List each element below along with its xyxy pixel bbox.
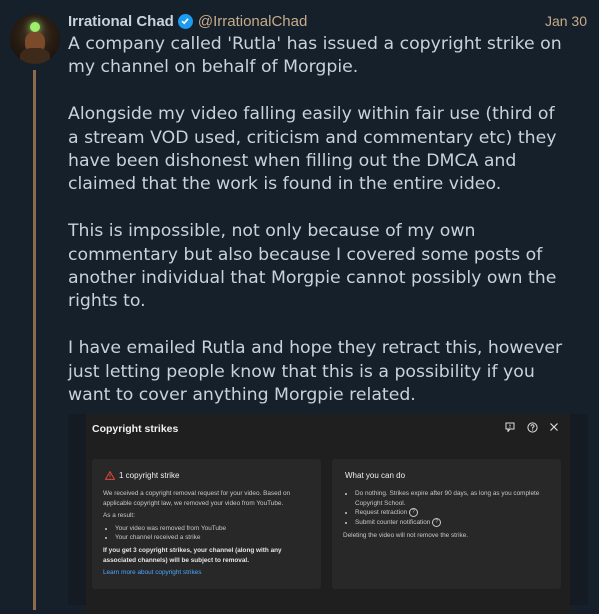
strike-heading: 1 copyright strike bbox=[105, 471, 179, 481]
thread-line bbox=[33, 70, 36, 610]
tweet-header: Irrational Chad @IrrationalChad Jan 30 bbox=[68, 11, 587, 31]
tweet-line: I have emailed Rutla and hope they retra… bbox=[68, 338, 563, 359]
tweet-line: Alongside my video falling easily within… bbox=[68, 104, 555, 125]
help-icon[interactable] bbox=[526, 421, 538, 433]
avatar[interactable] bbox=[10, 14, 60, 64]
tweet-line: A company called 'Rutla' has issued a co… bbox=[68, 34, 562, 54]
verified-badge-icon bbox=[177, 13, 193, 29]
display-name[interactable]: Irrational Chad bbox=[68, 13, 174, 30]
tweet-line: another individual that Morgpie cannot p… bbox=[68, 268, 557, 289]
media-frame-left bbox=[68, 414, 86, 605]
dialog-title: Copyright strikes bbox=[92, 423, 179, 435]
attached-screenshot[interactable]: Copyright strikes 1 copyright strike We … bbox=[86, 414, 570, 614]
tweet-paragraph: I have emailed Rutla and hope they retra… bbox=[68, 337, 593, 407]
tweet-text: A company called 'Rutla' has issued a co… bbox=[68, 33, 593, 431]
option-counter-notification[interactable]: Submit counter notification ? bbox=[355, 517, 551, 528]
option-label[interactable]: Request retraction bbox=[355, 509, 407, 516]
dialog-icons bbox=[504, 421, 560, 433]
options-list: Do nothing. Strikes expire after 90 days… bbox=[343, 489, 551, 528]
result-item: Your video was removed from YouTube bbox=[115, 524, 311, 534]
help-icon[interactable]: ? bbox=[432, 517, 442, 527]
learn-more-link[interactable]: Learn more about copyright strikes bbox=[103, 568, 311, 578]
option-do-nothing: Do nothing. Strikes expire after 90 days… bbox=[355, 489, 551, 508]
tweet-line: my channel on behalf of Morgpie. bbox=[68, 57, 359, 78]
tweet-line: This is impossible, not only because of … bbox=[68, 221, 476, 242]
strike-panel: 1 copyright strike We received a copyrig… bbox=[92, 459, 321, 589]
avatar-glow bbox=[30, 22, 40, 32]
result-item: Your channel received a strike bbox=[115, 533, 311, 543]
actions-heading: What you can do bbox=[345, 471, 406, 480]
result-label: As a result: bbox=[103, 512, 135, 520]
tweet-date[interactable]: Jan 30 bbox=[545, 13, 587, 29]
tweet-line: just letting people know that this is a … bbox=[68, 361, 535, 382]
tweet-line: claimed that the work is found in the en… bbox=[68, 174, 502, 195]
option-request-retraction[interactable]: Request retraction ? bbox=[355, 508, 551, 518]
tweet-line: a stream VOD used, criticism and comment… bbox=[68, 127, 557, 148]
strike-warning: If you get 3 copyright strikes, your cha… bbox=[103, 546, 282, 564]
tweet-paragraph: A company called 'Rutla' has issued a co… bbox=[68, 33, 593, 80]
help-icon[interactable]: ? bbox=[409, 508, 418, 518]
actions-body: Do nothing. Strikes expire after 90 days… bbox=[343, 489, 551, 543]
user-handle[interactable]: @IrrationalChad bbox=[198, 13, 307, 30]
tweet-paragraph: This is impossible, not only because of … bbox=[68, 220, 593, 314]
warning-icon bbox=[105, 471, 115, 481]
tweet-paragraph: Alongside my video falling easily within… bbox=[68, 103, 593, 197]
strike-count: 1 copyright strike bbox=[119, 471, 180, 480]
tweet-line: want to cover anything Morgpie related. bbox=[68, 385, 416, 406]
option-label[interactable]: Submit counter notification bbox=[355, 519, 430, 526]
result-list: Your video was removed from YouTube Your… bbox=[103, 524, 311, 543]
strike-intro: We received a copyright removal request … bbox=[103, 490, 291, 507]
avatar-body bbox=[20, 48, 50, 64]
tweet-line: rights to. bbox=[68, 291, 146, 312]
delete-note: Deleting the video will not remove the s… bbox=[343, 531, 469, 539]
strike-body: We received a copyright removal request … bbox=[103, 489, 311, 581]
tweet-line: commentary but also because I covered so… bbox=[68, 244, 543, 265]
feedback-icon[interactable] bbox=[504, 421, 516, 433]
close-icon[interactable] bbox=[548, 421, 560, 433]
media-frame-right bbox=[570, 414, 588, 605]
tweet-line: have been dishonest when filling out the… bbox=[68, 151, 517, 172]
actions-panel: What you can do Do nothing. Strikes expi… bbox=[332, 459, 561, 589]
